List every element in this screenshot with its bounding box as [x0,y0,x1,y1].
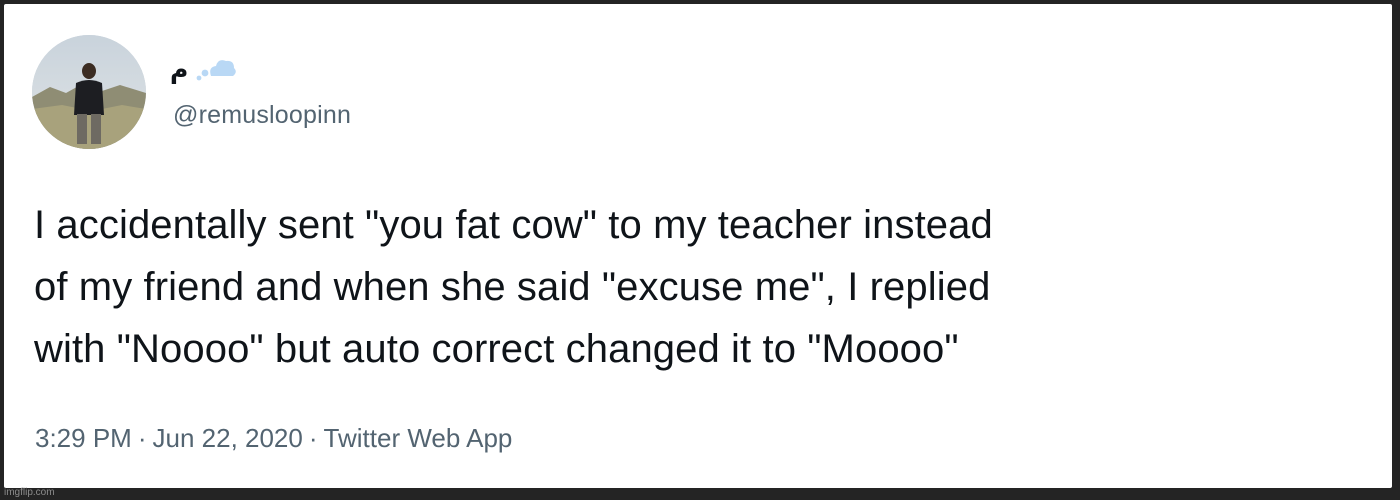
display-name-row[interactable]: م [170,52,238,86]
profile-photo-icon [32,35,146,149]
imgflip-watermark: imgflip.com [4,487,55,498]
tweet-card[interactable]: م @remusloopinn I accidentally sent "you… [4,4,1392,488]
screenshot-frame: م @remusloopinn I accidentally sent "you… [0,0,1400,500]
meta-separator: · [308,423,318,453]
tweet-text: I accidentally sent "you fat cow" to my … [34,194,1374,380]
meta-separator: · [137,423,147,453]
tweet-date[interactable]: Jun 22, 2020 [153,423,303,454]
tweet-time[interactable]: 3:29 PM [35,423,132,454]
tweet-text-line: of my friend and when she said "excuse m… [34,265,991,309]
avatar[interactable] [32,35,146,149]
tweet-text-line: I accidentally sent "you fat cow" to my … [34,203,993,247]
cloud-icon [196,60,237,81]
tweet-text-line: with "Noooo" but auto correct changed it… [34,327,959,371]
tweet-metadata: 3:29 PM · Jun 22, 2020 · Twitter Web App [35,423,512,454]
display-name[interactable]: م [170,57,188,82]
tweet-source[interactable]: Twitter Web App [324,423,513,454]
user-handle[interactable]: @remusloopinn [173,101,351,130]
